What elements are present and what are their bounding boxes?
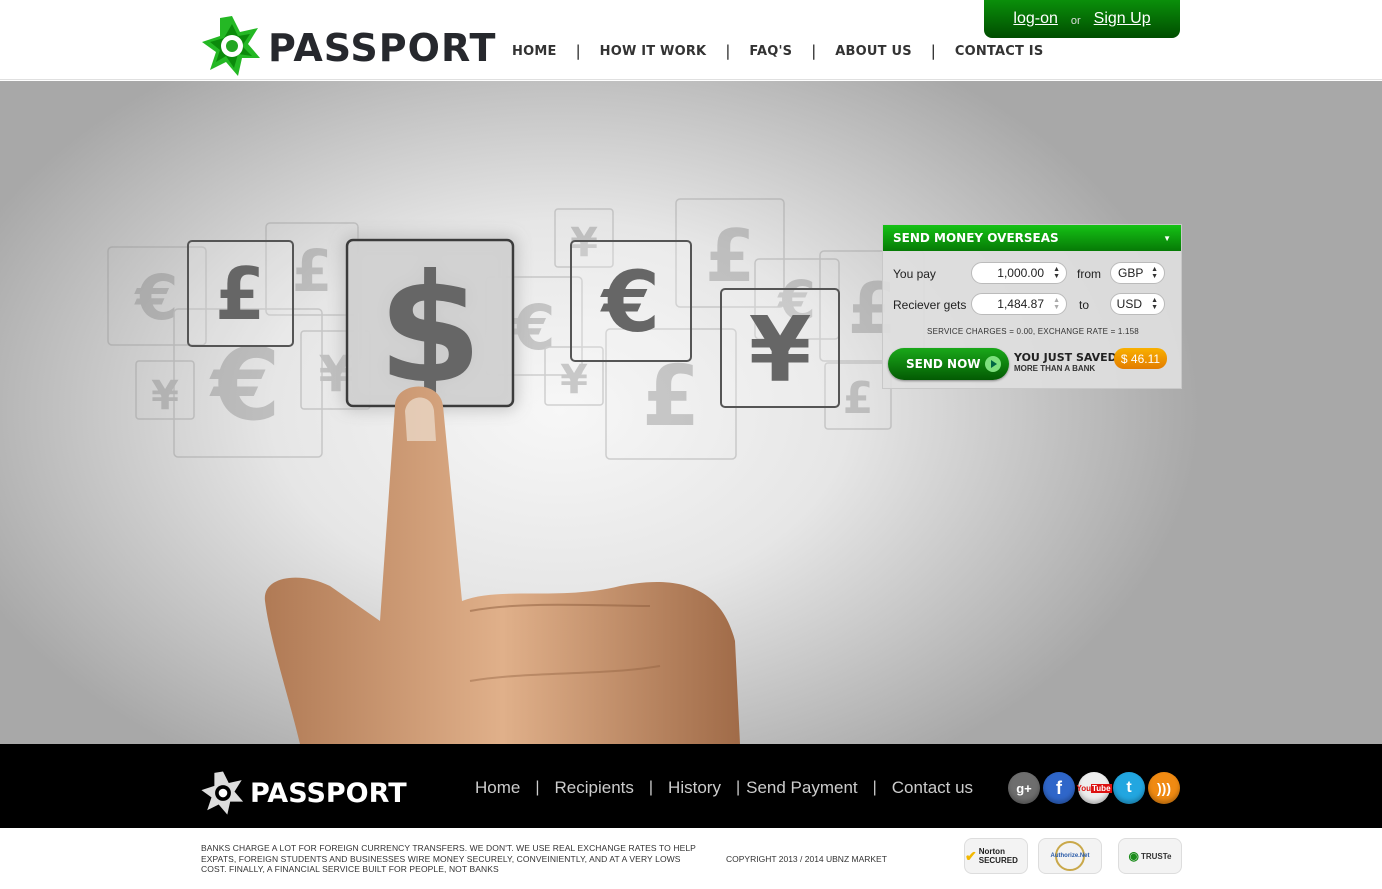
footer-nav-send-payment[interactable]: Send Payment: [746, 778, 858, 798]
nav-separator: |: [811, 42, 817, 60]
auth-box: log-on or Sign Up: [984, 0, 1180, 38]
footer-logo[interactable]: PASSPORT: [200, 770, 407, 816]
euro-tile-icon: €: [570, 240, 692, 362]
from-currency-select[interactable]: GBP ▲ ▼: [1110, 262, 1165, 284]
social-links: g+ f You Tube t ))): [1008, 772, 1180, 804]
from-currency-value: GBP: [1118, 266, 1144, 280]
nav-about-us[interactable]: ABOUT US: [825, 44, 922, 59]
from-label: from: [1077, 267, 1101, 281]
norton-seal-label: Norton SECURED: [978, 847, 1018, 865]
saved-line1: YOU JUST SAVED: [1014, 351, 1117, 364]
pound-tile-icon: £: [187, 240, 294, 347]
site-header: PASSPORT HOME | HOW IT WORK | FAQ'S | AB…: [0, 0, 1382, 80]
receiver-gets-input[interactable]: 1,484.87 ▲ ▼: [971, 293, 1067, 315]
panel-header[interactable]: SEND MONEY OVERSEAS ▼: [883, 225, 1181, 251]
truste-seal[interactable]: ◉ TRUSTe: [1118, 838, 1182, 874]
google-plus-icon[interactable]: g+: [1008, 772, 1040, 804]
footer-nav: Home | Recipients | History | Send Payme…: [475, 778, 973, 798]
play-arrow-icon: [985, 356, 1001, 372]
passport-leaf-icon: [201, 771, 244, 815]
nav-faqs[interactable]: FAQ'S: [739, 44, 802, 59]
stepper-icon[interactable]: ▲ ▼: [1053, 297, 1060, 311]
footer-nav-home[interactable]: Home: [475, 778, 520, 798]
signup-link[interactable]: Sign Up: [1094, 10, 1151, 28]
yen-tile-icon: ¥: [720, 288, 840, 408]
truste-seal-label: TRUSTe: [1140, 851, 1172, 861]
site-logo[interactable]: PASSPORT: [200, 14, 496, 78]
site-footer: PASSPORT Home | Recipients | History | S…: [0, 744, 1382, 828]
hero-illustration: € £ € ¥ ¥ ¥ € ¥ £ £ € £ £ £ €: [107, 198, 925, 744]
to-currency-value: USD: [1116, 297, 1142, 311]
twitter-icon[interactable]: t: [1113, 772, 1145, 804]
nav-home[interactable]: HOME: [502, 44, 567, 59]
svg-text:€: €: [133, 261, 178, 334]
nav-how-it-work[interactable]: HOW IT WORK: [590, 44, 717, 59]
nav-contact[interactable]: CONTACT IS: [945, 44, 1054, 59]
nav-separator: |: [930, 42, 936, 60]
disclaimer-text: BANKS CHARGE A LOT FOR FOREIGN CURRENCY …: [201, 843, 696, 874]
nav-separator: |: [535, 779, 540, 796]
svg-text:£: £: [705, 214, 755, 298]
to-label: to: [1079, 298, 1090, 312]
svg-text:£: £: [215, 252, 265, 336]
copyright-text: COPYRIGHT 2013 / 2014 UBNZ MARKET: [726, 854, 887, 864]
authorize-net-seal[interactable]: Authorize.Net: [1038, 838, 1102, 874]
norton-seal[interactable]: ✔ Norton SECURED: [964, 838, 1028, 874]
footer-logo-text: PASSPORT: [250, 777, 407, 809]
footer-nav-history[interactable]: History: [668, 778, 721, 798]
nav-separator: |: [735, 779, 741, 796]
svg-text:¥: ¥: [749, 298, 812, 403]
facebook-icon[interactable]: f: [1043, 772, 1075, 804]
youtube-icon[interactable]: You Tube: [1076, 772, 1112, 804]
you-pay-value: 1,000.00: [997, 266, 1044, 280]
svg-text:£: £: [843, 373, 874, 424]
rss-icon[interactable]: ))): [1148, 772, 1180, 804]
you-pay-input[interactable]: 1,000.00 ▲ ▼: [971, 262, 1067, 284]
charges-text: SERVICE CHARGES = 0.00, EXCHANGE RATE = …: [927, 327, 1139, 336]
logo-text: PASSPORT: [268, 26, 497, 70]
select-arrows-icon: ▲ ▼: [1151, 297, 1158, 311]
savings-text: YOU JUST SAVED MORE THAN A BANK: [1014, 351, 1117, 373]
footer-nav-recipients[interactable]: Recipients: [555, 778, 634, 798]
to-currency-select[interactable]: USD ▲ ▼: [1110, 293, 1165, 315]
passport-leaf-icon: [202, 16, 260, 76]
receiver-gets-value: 1,484.87: [997, 297, 1044, 311]
stepper-icon[interactable]: ▲ ▼: [1053, 266, 1060, 280]
svg-text:£: £: [292, 237, 332, 305]
svg-text:¥: ¥: [560, 357, 588, 403]
or-text: or: [1070, 14, 1081, 27]
receiver-label: Reciever gets: [893, 298, 967, 312]
norton-check-icon: ✔: [965, 847, 977, 864]
authorize-net-seal-label: Authorize.Net: [1051, 841, 1090, 871]
nav-separator: |: [575, 42, 581, 60]
hero-banner: € £ € ¥ ¥ ¥ € ¥ £ £ € £ £ £ €: [0, 81, 1382, 744]
yen-tile-icon: ¥: [135, 360, 195, 420]
truste-icon: ◉: [1128, 849, 1139, 863]
send-now-button[interactable]: SEND NOW: [888, 348, 1009, 380]
nav-separator: |: [648, 779, 654, 796]
nav-separator: |: [725, 42, 731, 60]
footer-nav-contact[interactable]: Contact us: [892, 778, 973, 798]
send-now-label: SEND NOW: [906, 357, 981, 371]
send-money-panel: SEND MONEY OVERSEAS ▼ You pay 1,000.00 ▲…: [882, 224, 1182, 389]
you-pay-label: You pay: [893, 267, 936, 281]
saved-line2: MORE THAN A BANK: [1014, 364, 1096, 373]
main-nav: HOME | HOW IT WORK | FAQ'S | ABOUT US | …: [502, 42, 1053, 60]
login-link[interactable]: log-on: [1013, 10, 1057, 28]
svg-text:€: €: [510, 291, 555, 364]
nav-separator: |: [872, 779, 877, 796]
panel-title: SEND MONEY OVERSEAS: [893, 231, 1059, 245]
svg-text:€: €: [600, 253, 660, 351]
svg-text:¥: ¥: [151, 373, 179, 419]
savings-amount-badge: $ 46.11: [1114, 348, 1167, 369]
footer-bottom: BANKS CHARGE A LOT FOR FOREIGN CURRENCY …: [0, 828, 1382, 889]
select-arrows-icon: ▲ ▼: [1151, 266, 1158, 280]
collapse-caret-icon[interactable]: ▼: [1163, 234, 1171, 243]
